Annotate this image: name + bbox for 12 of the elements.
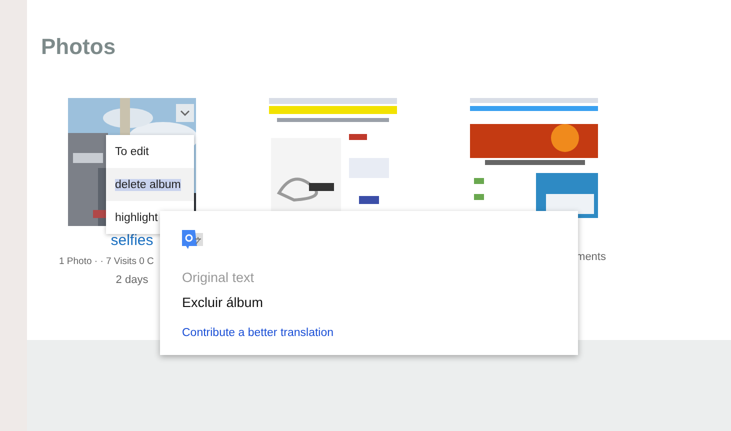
section-heading: Photos <box>41 34 117 60</box>
menu-item[interactable]: To edit <box>106 135 194 168</box>
dropdown-button[interactable] <box>176 104 194 122</box>
album-title[interactable]: selfies <box>110 232 154 249</box>
album-meta: 1 Photo · · 7 Visits 0 C <box>59 255 154 268</box>
menu-item[interactable]: delete album <box>106 168 194 201</box>
translate-icon <box>182 230 204 249</box>
original-text-label: Original text <box>182 270 256 285</box>
album-meta: 2 days <box>116 274 148 287</box>
chevron-down-icon <box>180 110 190 116</box>
original-text: Excluir álbum <box>182 295 264 310</box>
contribute-link[interactable]: Contribute a better translation <box>182 327 334 339</box>
